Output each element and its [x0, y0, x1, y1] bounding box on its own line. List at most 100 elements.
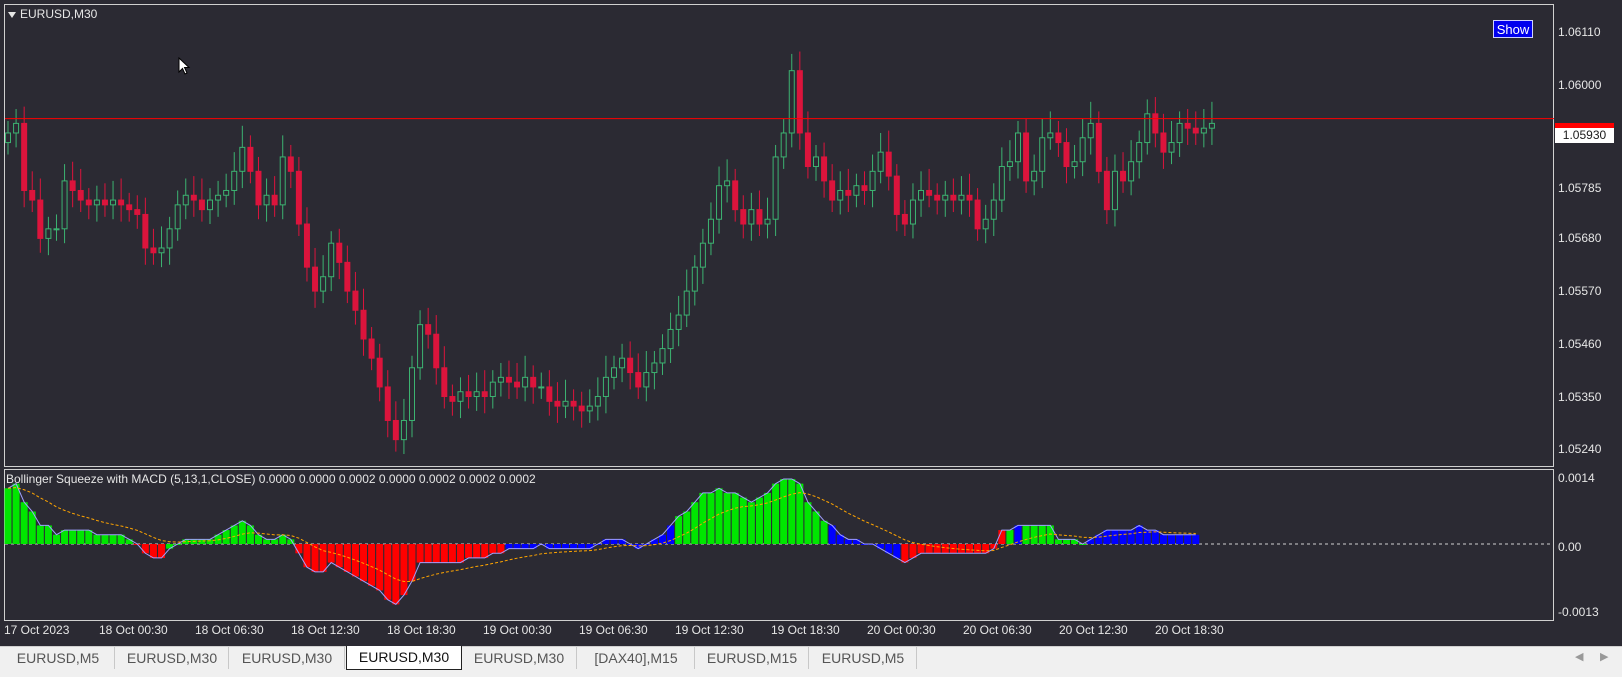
- candle-body: [530, 376, 537, 388]
- candle-body: [77, 189, 84, 201]
- time-tick-label: 18 Oct 06:30: [195, 623, 264, 637]
- chart-tab[interactable]: EURUSD,M30: [230, 647, 345, 669]
- macd-bar: [1022, 525, 1030, 544]
- chart-tab[interactable]: [DAX40],M15: [578, 647, 695, 669]
- candle-body: [376, 357, 383, 388]
- candle-body: [457, 391, 464, 402]
- candle-body: [990, 199, 997, 220]
- chart-tab[interactable]: EURUSD,M30: [462, 647, 577, 669]
- macd-bar: [917, 544, 925, 554]
- chart-tab[interactable]: EURUSD,M30: [346, 646, 462, 670]
- candle-body: [400, 419, 407, 441]
- macd-bar: [747, 502, 755, 544]
- candle-body: [586, 405, 593, 412]
- macd-bar: [683, 511, 691, 544]
- macd-bar: [166, 544, 174, 549]
- time-tick-label: 19 Oct 06:30: [579, 623, 648, 637]
- chart-tab[interactable]: EURUSD,M5: [2, 647, 115, 669]
- chart-tab[interactable]: EURUSD,M30: [116, 647, 229, 669]
- macd-bar: [230, 525, 238, 544]
- candle-body: [1031, 170, 1038, 182]
- macd-bar: [1159, 534, 1167, 544]
- candle-body: [207, 199, 213, 211]
- macd-bar: [691, 502, 699, 544]
- candle-body: [239, 146, 246, 172]
- time-tick-label: 19 Oct 18:30: [771, 623, 840, 637]
- candle-body: [562, 400, 569, 407]
- macd-bar: [505, 544, 513, 549]
- candle-body: [174, 204, 181, 230]
- macd-bar: [764, 492, 772, 544]
- time-tick-label: 20 Oct 18:30: [1155, 623, 1224, 637]
- macd-bar: [109, 534, 117, 544]
- candle-body: [13, 122, 20, 134]
- candle-body: [5, 132, 11, 144]
- candle-body: [85, 199, 92, 206]
- macd-bar: [149, 544, 157, 558]
- candle-body: [942, 194, 949, 201]
- time-tick-label: 19 Oct 00:30: [483, 623, 552, 637]
- macd-bar: [699, 492, 707, 544]
- chart-window[interactable]: EURUSD,M30 Show Bollinger Squeeze with M…: [0, 0, 1622, 646]
- macd-bar: [432, 544, 440, 563]
- macd-bar: [562, 544, 570, 549]
- macd-bar: [820, 520, 828, 544]
- macd-bar: [1176, 534, 1184, 544]
- macd-bar: [473, 544, 481, 558]
- candle-body: [522, 376, 529, 388]
- macd-bar: [360, 544, 368, 582]
- candle-body: [449, 396, 456, 402]
- candle-body: [780, 132, 787, 158]
- macd-bar: [1111, 530, 1119, 544]
- price-tick-label: 1.06110: [1558, 25, 1601, 40]
- candle-body: [465, 391, 472, 398]
- candle-body: [756, 209, 763, 225]
- candle-body: [611, 367, 617, 378]
- candle-body: [578, 405, 585, 412]
- candle-body: [1128, 161, 1135, 182]
- candle-body: [61, 180, 68, 230]
- candle-body: [118, 199, 125, 206]
- candle-body: [352, 290, 359, 311]
- macd-bar: [271, 539, 279, 544]
- macd-bar: [376, 544, 384, 591]
- macd-bar: [222, 530, 230, 544]
- candle-body: [247, 146, 254, 172]
- price-tick-label: 1.06000: [1558, 78, 1602, 93]
- candle-body: [223, 189, 230, 196]
- chart-canvas[interactable]: [0, 0, 1622, 646]
- candle-body: [287, 156, 294, 172]
- candle-body: [683, 290, 690, 316]
- candle-body: [21, 122, 28, 191]
- candle-body: [368, 338, 375, 359]
- macd-bar: [368, 544, 376, 586]
- candle-body: [433, 333, 440, 369]
- candle-body: [837, 189, 844, 201]
- price-tick-label: 1.05460: [1558, 336, 1602, 351]
- candle-body: [691, 266, 698, 292]
- scroll-left-icon[interactable]: ◀: [1575, 650, 1583, 663]
- macd-bar: [392, 544, 400, 605]
- candle-body: [732, 180, 739, 211]
- macd-bar: [998, 530, 1006, 544]
- candle-body: [505, 376, 512, 383]
- candle-body: [619, 357, 626, 369]
- macd-bar: [52, 534, 60, 544]
- candle-body: [966, 194, 973, 201]
- chart-tab[interactable]: EURUSD,M15: [696, 647, 809, 669]
- macd-bar: [4, 488, 12, 544]
- macd-bar: [489, 544, 497, 554]
- candle-body: [1063, 142, 1070, 168]
- symbol-title[interactable]: EURUSD,M30: [8, 7, 97, 21]
- candle-body: [716, 185, 723, 220]
- macd-bar: [424, 544, 432, 563]
- macd-bar: [206, 539, 214, 544]
- candle-body: [627, 357, 634, 374]
- macd-bar: [85, 530, 93, 544]
- show-button[interactable]: Show: [1493, 20, 1533, 38]
- chart-tab[interactable]: EURUSD,M5: [810, 647, 917, 669]
- candle-body: [1023, 132, 1030, 182]
- collapse-triangle-icon[interactable]: [8, 11, 16, 18]
- candle-body: [869, 170, 876, 191]
- scroll-right-icon[interactable]: ▶: [1600, 650, 1608, 663]
